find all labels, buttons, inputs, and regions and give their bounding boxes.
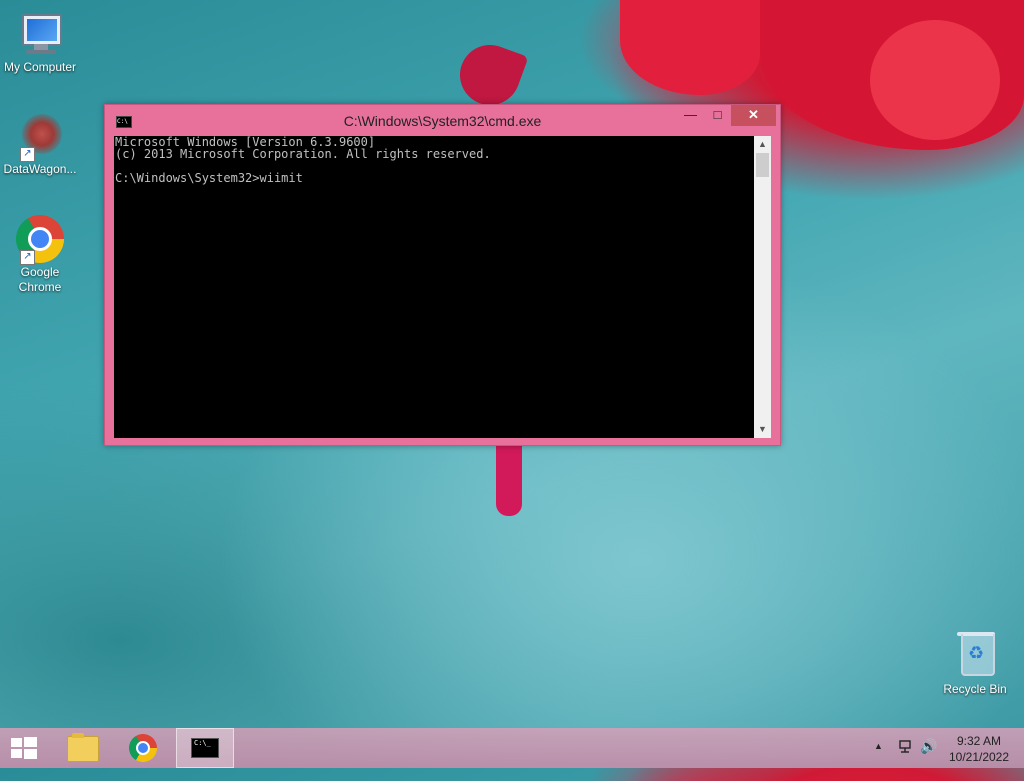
cmd-icon: C:\_ xyxy=(191,738,219,758)
clock[interactable]: 9:32 AM 10/21/2022 xyxy=(944,733,1014,765)
taskbar-cmd-button[interactable]: C:\_ xyxy=(176,728,234,768)
computer-icon xyxy=(16,10,64,58)
desktop-icon-label: DataWagon... xyxy=(3,162,77,176)
desktop-icon-google-chrome[interactable]: ↗ Google Chrome xyxy=(0,215,80,295)
console-output[interactable]: Microsoft Windows [Version 6.3.9600] (c)… xyxy=(114,136,754,438)
desktop-icon-datawagon[interactable]: ↗ DataWagon... xyxy=(0,112,80,177)
desktop-icon-label: Google Chrome xyxy=(18,265,62,294)
shortcut-arrow-icon: ↗ xyxy=(20,147,35,162)
folder-icon xyxy=(67,733,99,762)
clock-date: 10/21/2022 xyxy=(948,750,1010,764)
clock-time: 9:32 AM xyxy=(956,734,1002,748)
window-titlebar[interactable]: C:\ C:\Windows\System32\cmd.exe — □ ✕ xyxy=(105,105,780,135)
maximize-button[interactable]: □ xyxy=(704,105,731,126)
windows-logo-icon xyxy=(11,737,37,759)
scrollbar-thumb[interactable] xyxy=(756,153,769,177)
wallpaper-stem xyxy=(496,446,522,516)
taskbar: C:\_ ▲ 🔊 9:32 AM 10/21/2022 xyxy=(0,728,1024,768)
shortcut-arrow-icon: ↗ xyxy=(20,250,35,265)
scroll-down-icon[interactable]: ▼ xyxy=(754,421,771,438)
volume-icon[interactable]: 🔊 xyxy=(920,738,937,778)
desktop-icon-label: Recycle Bin xyxy=(943,682,1007,696)
vertical-scrollbar[interactable]: ▲ ▼ xyxy=(754,136,771,438)
desktop-icon-recycle-bin[interactable]: Recycle Bin xyxy=(935,632,1015,697)
datawagon-icon: ↗ xyxy=(16,112,64,162)
wallpaper-petal xyxy=(620,0,760,95)
console-prompt-line: C:\Windows\System32>wiimit xyxy=(115,171,303,185)
desktop-icon-label: My Computer xyxy=(3,60,77,74)
start-button[interactable] xyxy=(0,728,48,768)
cmd-window[interactable]: C:\ C:\Windows\System32\cmd.exe — □ ✕ Mi… xyxy=(104,104,781,446)
recycle-bin-icon xyxy=(951,632,999,680)
taskbar-file-explorer-button[interactable] xyxy=(52,728,110,768)
minimize-button[interactable]: — xyxy=(677,105,704,126)
wallpaper-petal xyxy=(870,20,1000,140)
desktop-icon-my-computer[interactable]: My Computer xyxy=(0,10,80,75)
wallpaper-petal xyxy=(451,36,529,114)
chrome-icon: ↗ xyxy=(16,215,64,265)
show-hidden-icons-icon[interactable]: ▲ xyxy=(874,741,883,781)
scroll-up-icon[interactable]: ▲ xyxy=(754,136,771,153)
network-icon[interactable] xyxy=(898,739,914,755)
taskbar-chrome-button[interactable] xyxy=(114,728,172,768)
close-button[interactable]: ✕ xyxy=(731,105,776,126)
console-line: (c) 2013 Microsoft Corporation. All righ… xyxy=(115,147,491,161)
chrome-icon xyxy=(129,734,157,762)
